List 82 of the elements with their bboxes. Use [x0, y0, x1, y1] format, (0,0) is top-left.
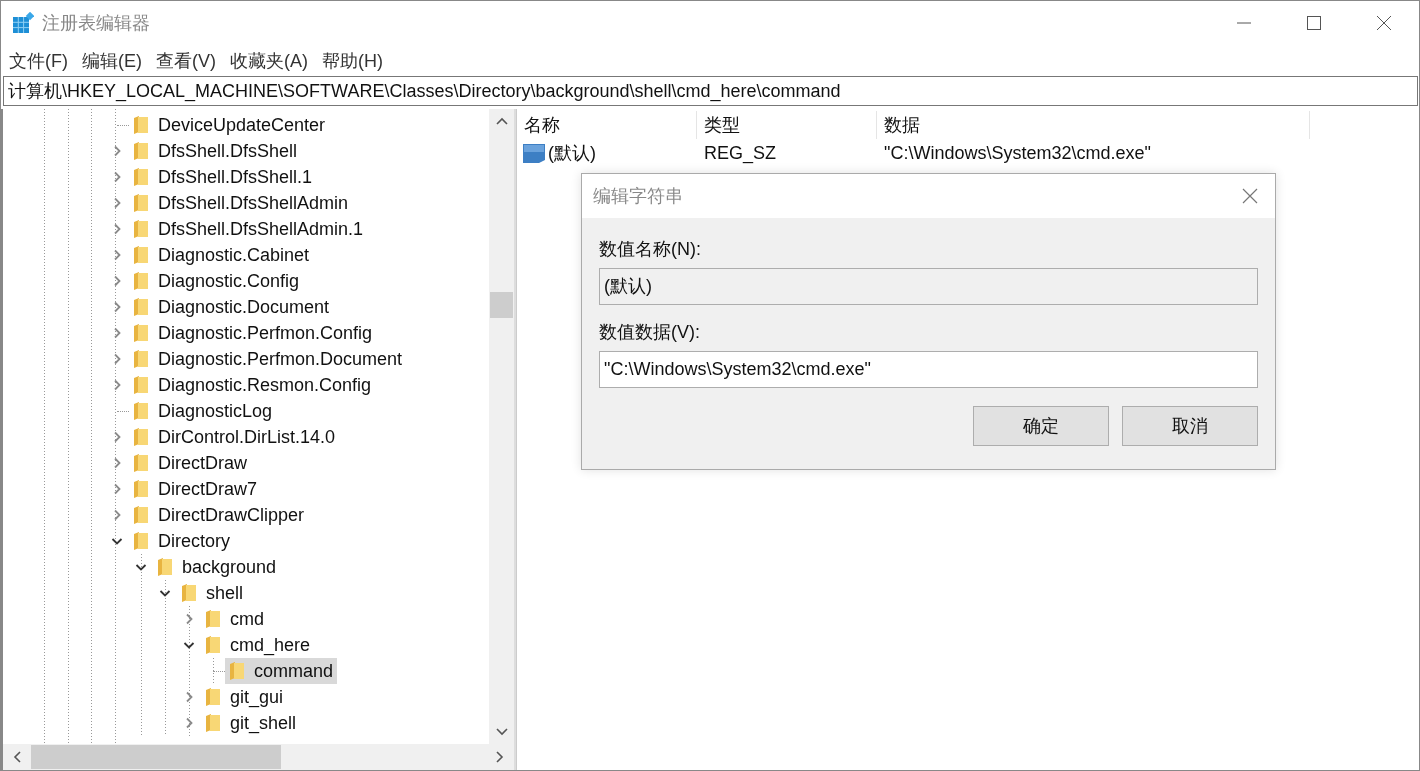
scroll-right-icon[interactable]: [496, 751, 504, 763]
scroll-down-icon[interactable]: [495, 728, 508, 736]
folder-icon: [133, 141, 149, 161]
tree-item[interactable]: DirectDrawClipper: [129, 502, 309, 528]
dialog-title: 编辑字符串: [593, 185, 684, 208]
tree-item[interactable]: DfsShell.DfsShellAdmin.1: [129, 216, 368, 242]
scroll-up-icon[interactable]: [495, 117, 508, 125]
folder-icon: [133, 193, 149, 213]
tree-item[interactable]: cmd_here: [201, 632, 315, 658]
table-cell-text: (默认): [548, 142, 596, 165]
tree-item[interactable]: DirectDraw: [129, 450, 251, 476]
window-title: 注册表编辑器: [42, 12, 150, 35]
tree-item[interactable]: Diagnostic.Perfmon.Config: [129, 320, 377, 346]
dialog-button[interactable]: 取消: [1122, 406, 1258, 446]
minimize-icon: [1236, 22, 1252, 24]
column-header[interactable]: 名称: [517, 111, 697, 139]
tree-item[interactable]: background: [153, 554, 281, 580]
scroll-thumb[interactable]: [31, 745, 281, 769]
tree-item[interactable]: DfsShell.DfsShell.1: [129, 164, 317, 190]
folder-icon: [133, 401, 149, 421]
vertical-scrollbar[interactable]: [489, 109, 514, 744]
tree-item[interactable]: DfsShell.DfsShellAdmin: [129, 190, 353, 216]
folder-icon: [133, 297, 149, 317]
tree-item[interactable]: DiagnosticLog: [129, 398, 277, 424]
tree-item[interactable]: DirectDraw7: [129, 476, 262, 502]
folder-icon: [133, 505, 149, 525]
tree-item[interactable]: command: [225, 658, 338, 684]
string-value-icon: [522, 142, 546, 164]
folder-icon: [133, 167, 149, 187]
tree-item[interactable]: DeviceUpdateCenter: [129, 112, 330, 138]
close-icon: [1376, 15, 1392, 31]
table-cell-text: REG_SZ: [703, 142, 778, 164]
tree-item[interactable]: Diagnostic.Config: [129, 268, 304, 294]
folder-icon: [205, 609, 221, 629]
folder-icon: [205, 635, 221, 655]
folder-icon: [133, 349, 149, 369]
menu-item[interactable]: 编辑(E): [82, 48, 142, 73]
address-field[interactable]: 计算机\HKEY_LOCAL_MACHINE\SOFTWARE\Classes\Directory\background\shell\cmd_here\command: [3, 76, 1418, 106]
folder-icon: [133, 115, 149, 135]
menu-item[interactable]: 查看(V): [156, 48, 216, 73]
dialog-button[interactable]: 确定: [973, 406, 1109, 446]
folder-icon: [133, 219, 149, 239]
field-label: 数值数据(V):: [599, 321, 700, 344]
folder-icon: [133, 453, 149, 473]
close-icon: [1242, 188, 1258, 204]
tree-item[interactable]: Diagnostic.Resmon.Config: [129, 372, 376, 398]
field-label: 数值名称(N):: [599, 238, 701, 261]
registry-app-icon: [12, 12, 34, 34]
menu-item[interactable]: 帮助(H): [322, 48, 383, 73]
folder-icon: [133, 271, 149, 291]
tree-item[interactable]: git_shell: [201, 710, 301, 736]
folder-icon: [133, 427, 149, 447]
folder-icon: [133, 531, 149, 551]
folder-icon: [181, 583, 197, 603]
column-header[interactable]: 类型: [697, 111, 877, 139]
tree-item[interactable]: git_gui: [201, 684, 288, 710]
scroll-left-icon[interactable]: [13, 751, 21, 763]
tree-item[interactable]: cmd: [201, 606, 268, 632]
folder-icon: [205, 687, 221, 707]
folder-icon: [133, 479, 149, 499]
folder-icon: [133, 375, 149, 395]
tree-item[interactable]: DfsShell.DfsShell: [129, 138, 302, 164]
menu-item[interactable]: 文件(F): [9, 48, 68, 73]
folder-icon: [133, 323, 149, 343]
tree-item[interactable]: Diagnostic.Cabinet: [129, 242, 314, 268]
tree-item[interactable]: Diagnostic.Perfmon.Document: [129, 346, 407, 372]
folder-icon: [157, 557, 173, 577]
folder-icon: [229, 661, 245, 681]
maximize-icon: [1306, 15, 1322, 31]
menu-item[interactable]: 收藏夹(A): [230, 48, 308, 73]
column-header[interactable]: 数据: [877, 111, 1310, 139]
folder-icon: [205, 713, 221, 733]
tree-item[interactable]: shell: [177, 580, 248, 606]
value-name-field[interactable]: (默认): [599, 268, 1258, 305]
folder-icon: [133, 245, 149, 265]
tree-item[interactable]: DirControl.DirList.14.0: [129, 424, 340, 450]
table-cell-text: "C:\Windows\System32\cmd.exe": [883, 142, 1152, 164]
tree-item[interactable]: Diagnostic.Document: [129, 294, 334, 320]
scroll-thumb[interactable]: [490, 292, 513, 318]
tree-item[interactable]: Directory: [129, 528, 234, 554]
horizontal-scrollbar[interactable]: [3, 744, 514, 770]
value-data-field[interactable]: "C:\Windows\System32\cmd.exe": [599, 351, 1258, 388]
